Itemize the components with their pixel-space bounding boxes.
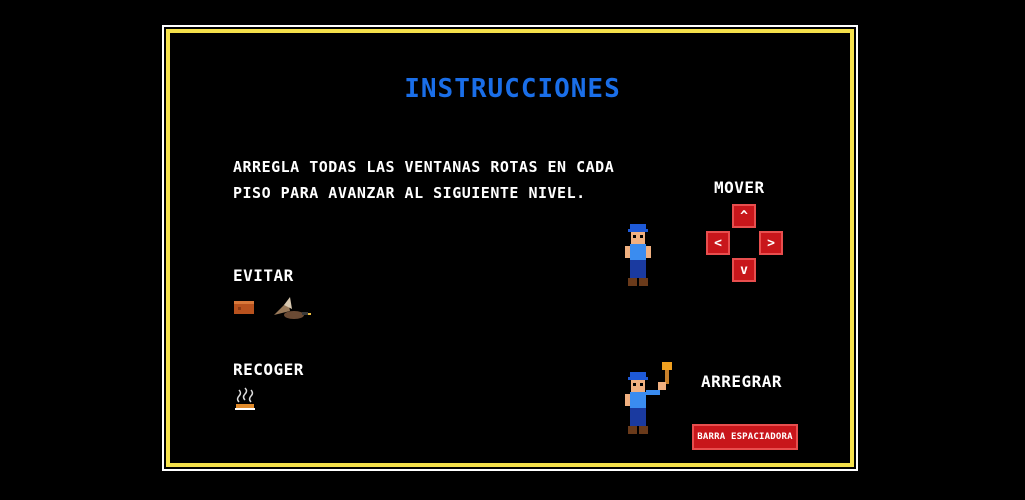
duck-icon: [274, 297, 311, 319]
collect-label: RECOGER: [233, 360, 304, 379]
pie-icon: [235, 387, 255, 410]
arrow-right-key[interactable]: >: [759, 231, 783, 255]
fix-it-felix-standing: [625, 224, 651, 286]
move-label: MOVER: [714, 178, 765, 197]
instructions-line-1: ARREGLA TODAS LAS VENTANAS ROTAS EN CADA: [233, 158, 615, 176]
arrow-left-key[interactable]: <: [706, 231, 730, 255]
brick-icon: [234, 301, 254, 314]
arrow-up-key[interactable]: ^: [732, 204, 756, 228]
avoid-label: EVITAR: [233, 266, 294, 285]
fix-label: ARREGRAR: [701, 372, 783, 391]
instructions-text: ARREGLA TODAS LAS VENTANAS ROTAS EN CADA…: [233, 154, 633, 206]
page-title: INSTRUCCIONES: [404, 74, 621, 104]
spacebar-key[interactable]: BARRA ESPACIADORA: [692, 424, 798, 450]
arrow-down-key[interactable]: v: [732, 258, 756, 282]
instructions-line-2: PISO PARA AVANZAR AL SIGUIENTE NIVEL.: [233, 184, 586, 202]
fix-it-felix-hammer: [625, 362, 672, 434]
